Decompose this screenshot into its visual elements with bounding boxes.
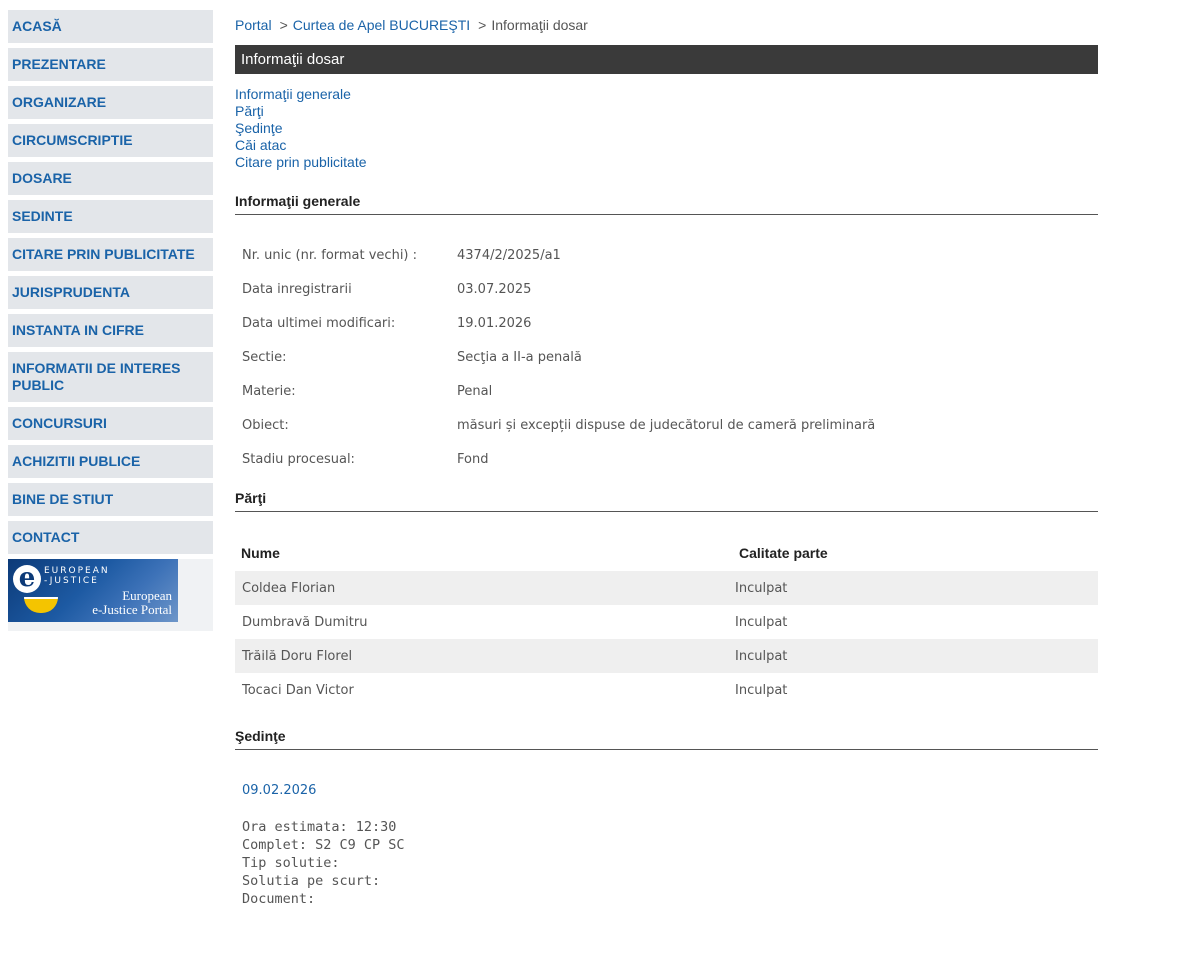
section-heading-informatii-generale: Informaţii generale	[235, 193, 1098, 215]
info-row: Materie: Penal	[235, 374, 1098, 408]
ejustice-caption-line-2: e-Justice Portal	[92, 602, 172, 617]
info-row: Sectie: Secţia a II-a penală	[235, 340, 1098, 374]
column-header-nume: Nume	[241, 545, 280, 561]
info-label: Sectie:	[242, 349, 287, 365]
ejustice-top-text-2: -JUSTICE	[44, 576, 99, 586]
info-label: Data inregistrarii	[242, 281, 352, 297]
sedinta-complet: Complet: S2 C9 CP SC	[242, 837, 405, 853]
sidebar-item-prezentare[interactable]: PREZENTARE	[8, 48, 213, 81]
sedinta-ora: Ora estimata: 12:30	[242, 819, 397, 835]
table-row: Trăilă Doru Florel Inculpat	[235, 639, 1098, 673]
sidebar-item-organizare[interactable]: ORGANIZARE	[8, 86, 213, 119]
toc-link-informatii-generale[interactable]: Informaţii generale	[235, 86, 1098, 103]
info-value: 4374/2/2025/a1	[457, 247, 561, 263]
party-role: Inculpat	[735, 614, 788, 630]
info-row: Data inregistrarii 03.07.2025	[235, 272, 1098, 306]
ejustice-caption: European e-Justice Portal	[92, 589, 172, 617]
party-name: Coldea Florian	[242, 580, 336, 596]
main-content: Portal > Curtea de Apel BUCUREŞTI > Informaţ…	[235, 15, 1098, 908]
info-value: măsuri și excepții dispuse de judecătoru…	[457, 417, 876, 433]
breadcrumb-separator: >	[478, 17, 487, 33]
party-role: Inculpat	[735, 682, 788, 698]
table-row: Coldea Florian Inculpat	[235, 571, 1098, 605]
sedinta-date-link[interactable]: 09.02.2026	[235, 783, 1098, 798]
party-name: Trăilă Doru Florel	[242, 648, 353, 664]
party-name: Tocaci Dan Victor	[242, 682, 354, 698]
info-value: Secţia a II-a penală	[457, 349, 582, 365]
sedinta-document: Document:	[242, 891, 316, 907]
ejustice-portal-banner[interactable]: e EUROPEAN -JUSTICE European e-Justice P…	[8, 559, 178, 622]
table-header: Nume Calitate parte	[235, 535, 1098, 571]
toc-link-citare-publicitate[interactable]: Citare prin publicitate	[235, 154, 1098, 171]
sidebar-item-concursuri[interactable]: CONCURSURI	[8, 407, 213, 440]
breadcrumb-portal-link[interactable]: Portal	[235, 17, 272, 33]
parti-rows: Coldea Florian Inculpat Dumbravă Dumitru…	[235, 571, 1098, 707]
column-header-calitate: Calitate parte	[739, 545, 828, 561]
page-title: Informaţii dosar	[235, 45, 1098, 74]
party-role: Inculpat	[735, 648, 788, 664]
info-value: Penal	[457, 383, 493, 399]
breadcrumb: Portal > Curtea de Apel BUCUREŞTI > Informaţ…	[235, 15, 1098, 35]
toc-link-parti[interactable]: Părţi	[235, 103, 1098, 120]
sidebar-item-citare[interactable]: CITARE PRIN PUBLICITATE	[8, 238, 213, 271]
info-value: 19.01.2026	[457, 315, 532, 331]
info-label: Nr. unic (nr. format vechi) :	[242, 247, 418, 263]
ejustice-logo-text: EUROPEAN -JUSTICE	[44, 566, 110, 586]
sidebar-item-contact[interactable]: CONTACT	[8, 521, 213, 554]
sedinta-tip-solutie: Tip solutie:	[242, 855, 340, 871]
ejustice-caption-line-1: European	[122, 588, 172, 603]
scales-icon	[24, 597, 58, 613]
section-heading-sedinte: Şedinţe	[235, 728, 1098, 750]
sidebar-nav: ACASĂ PREZENTARE ORGANIZARE CIRCUMSCRIPT…	[8, 10, 213, 631]
section-links: Informaţii generale Părţi Şedinţe Căi at…	[235, 86, 1098, 171]
info-row: Stadiu procesual: Fond	[235, 442, 1098, 476]
breadcrumb-current: Informaţii dosar	[491, 17, 588, 33]
table-row: Dumbravă Dumitru Inculpat	[235, 605, 1098, 639]
party-role: Inculpat	[735, 580, 788, 596]
ejustice-top-text-1: EUROPEAN	[44, 566, 110, 576]
party-name: Dumbravă Dumitru	[242, 614, 368, 630]
sidebar-item-circumscriptie[interactable]: CIRCUMSCRIPTIE	[8, 124, 213, 157]
sidebar-item-bine-de-stiut[interactable]: BINE DE STIUT	[8, 483, 213, 516]
info-label: Materie:	[242, 383, 296, 399]
section-heading-parti: Părţi	[235, 490, 1098, 512]
sidebar-item-sedinte[interactable]: SEDINTE	[8, 200, 213, 233]
toc-link-sedinte[interactable]: Şedinţe	[235, 120, 1098, 137]
info-label: Data ultimei modificari:	[242, 315, 396, 331]
info-row: Obiect: măsuri și excepții dispuse de ju…	[235, 408, 1098, 442]
parti-table: Nume Calitate parte Coldea Florian Incul…	[235, 535, 1098, 707]
info-row: Data ultimei modificari: 19.01.2026	[235, 306, 1098, 340]
breadcrumb-court-link[interactable]: Curtea de Apel BUCUREŞTI	[293, 17, 470, 33]
general-info-table: Nr. unic (nr. format vechi) : 4374/2/202…	[235, 238, 1098, 476]
table-row: Tocaci Dan Victor Inculpat	[235, 673, 1098, 707]
sidebar-item-achizitii-publice[interactable]: ACHIZITII PUBLICE	[8, 445, 213, 478]
sidebar-item-dosare[interactable]: DOSARE	[8, 162, 213, 195]
sidebar-item-jurisprudenta[interactable]: JURISPRUDENTA	[8, 276, 213, 309]
toc-link-cai-atac[interactable]: Căi atac	[235, 137, 1098, 154]
ejustice-banner-area: e EUROPEAN -JUSTICE European e-Justice P…	[8, 559, 213, 631]
info-row: Nr. unic (nr. format vechi) : 4374/2/202…	[235, 238, 1098, 272]
info-value: Fond	[457, 451, 489, 467]
sidebar-item-acasa[interactable]: ACASĂ	[8, 10, 213, 43]
ejustice-logo-icon: e	[13, 565, 41, 593]
sidebar-item-instanta-in-cifre[interactable]: INSTANTA IN CIFRE	[8, 314, 213, 347]
breadcrumb-separator: >	[279, 17, 288, 33]
info-label: Stadiu procesual:	[242, 451, 355, 467]
info-label: Obiect:	[242, 417, 289, 433]
info-value: 03.07.2025	[457, 281, 532, 297]
sedinta-details: Ora estimata: 12:30 Complet: S2 C9 CP SC…	[235, 818, 1098, 908]
sidebar-item-informatii-interes-public[interactable]: INFORMATII DE INTERES PUBLIC	[8, 352, 213, 402]
sedinta-solutia: Solutia pe scurt:	[242, 873, 381, 889]
